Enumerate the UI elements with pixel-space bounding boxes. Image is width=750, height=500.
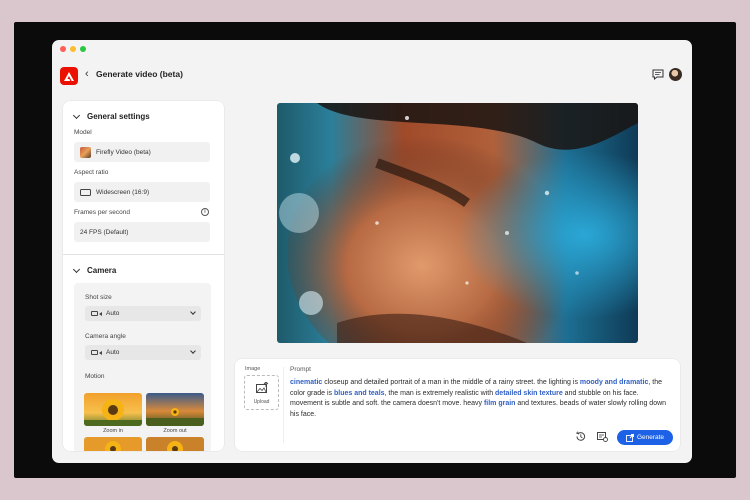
section-divider	[63, 254, 224, 255]
motion-zoom-in-label: Zoom in	[103, 428, 123, 434]
camera-angle-select[interactable]: Auto	[85, 345, 201, 360]
chevron-down-icon	[190, 348, 196, 354]
app-header: ‹ Generate video (beta)	[52, 58, 692, 94]
widescreen-icon	[80, 188, 91, 196]
page-title: Generate video (beta)	[96, 69, 183, 79]
back-chevron-icon[interactable]: ‹	[85, 68, 89, 80]
settings-sidebar: General settings Model Firefly Video (be…	[63, 101, 224, 451]
video-preview[interactable]	[277, 103, 638, 343]
avatar[interactable]	[669, 68, 682, 81]
panel-divider	[283, 367, 284, 443]
chevron-down-icon	[190, 309, 196, 315]
generate-icon	[625, 433, 634, 442]
history-icon[interactable]	[575, 431, 586, 442]
upload-label: Upload	[253, 399, 270, 405]
upload-image-button[interactable]: Upload	[244, 375, 279, 410]
image-label: Image	[245, 366, 261, 372]
style-reference-icon[interactable]	[597, 431, 608, 442]
model-value: Firefly Video (beta)	[96, 148, 151, 156]
upload-image-icon	[256, 382, 269, 393]
aspect-ratio-value: Widescreen (16:9)	[96, 188, 150, 196]
general-settings-header[interactable]: General settings	[72, 111, 150, 121]
shot-size-value: Auto	[106, 310, 120, 317]
fps-label: Frames per second	[74, 209, 130, 216]
prompt-text-segment: closeup and detailed portrait of a man i…	[322, 379, 580, 386]
firefly-model-icon	[80, 146, 91, 158]
camera-title: Camera	[87, 266, 117, 275]
camera-angle-value: Auto	[106, 349, 120, 356]
prompt-textarea[interactable]: cinematic closeup and detailed portrait …	[290, 378, 668, 420]
chevron-down-icon	[72, 265, 81, 273]
title-bar	[52, 40, 692, 58]
aspect-ratio-select[interactable]: Widescreen (16:9)	[74, 182, 210, 202]
prompt-keyword: detailed skin texture	[495, 389, 563, 397]
model-select[interactable]: Firefly Video (beta)	[74, 142, 210, 162]
prompt-keyword: moody and dramatic	[579, 379, 649, 386]
motion-zoom-in-thumbnail[interactable]	[84, 393, 142, 426]
prompt-text-segment: , the man is extremely realistic with	[384, 389, 496, 397]
video-camera-icon	[91, 311, 98, 316]
camera-angle-label: Camera angle	[85, 333, 126, 340]
window-maximize-button[interactable]	[80, 46, 86, 52]
motion-thumbnail-4[interactable]	[146, 437, 204, 451]
prompt-keyword: cinematic	[290, 379, 323, 386]
window-close-button[interactable]	[60, 46, 66, 52]
adobe-logo-icon[interactable]	[60, 67, 78, 85]
video-camera-icon	[91, 350, 98, 355]
motion-zoom-out-thumbnail[interactable]	[146, 393, 204, 426]
fps-select[interactable]: 24 FPS (Default)	[74, 222, 210, 242]
prompt-keyword: film grain	[483, 400, 516, 407]
video-camera-lens-icon	[99, 350, 102, 355]
chat-icon[interactable]	[652, 69, 664, 80]
prompt-label: Prompt	[290, 366, 311, 373]
info-icon[interactable]: i	[201, 208, 209, 216]
prompt-panel: Image Upload Prompt cinematic closeup an…	[235, 359, 680, 451]
fps-value: 24 FPS (Default)	[80, 228, 129, 236]
shot-size-select[interactable]: Auto	[85, 306, 201, 321]
motion-thumbnail-3[interactable]	[84, 437, 142, 451]
motion-zoom-out-label: Zoom out	[163, 428, 187, 434]
general-settings-title: General settings	[87, 112, 150, 121]
generate-label: Generate	[636, 434, 665, 441]
generate-button[interactable]: Generate	[617, 430, 673, 445]
app-window: ‹ Generate video (beta) General settings…	[52, 40, 692, 463]
video-camera-lens-icon	[99, 311, 102, 316]
aspect-ratio-label: Aspect ratio	[74, 169, 109, 176]
shot-size-label: Shot size	[85, 294, 112, 301]
camera-panel: Shot size Auto Camera angle Auto Motion	[74, 283, 211, 451]
model-label: Model	[74, 129, 92, 136]
prompt-keyword: blues and teals	[333, 389, 385, 397]
camera-header[interactable]: Camera	[72, 265, 117, 275]
chevron-down-icon	[72, 111, 81, 119]
motion-label: Motion	[85, 373, 105, 380]
window-minimize-button[interactable]	[70, 46, 76, 52]
